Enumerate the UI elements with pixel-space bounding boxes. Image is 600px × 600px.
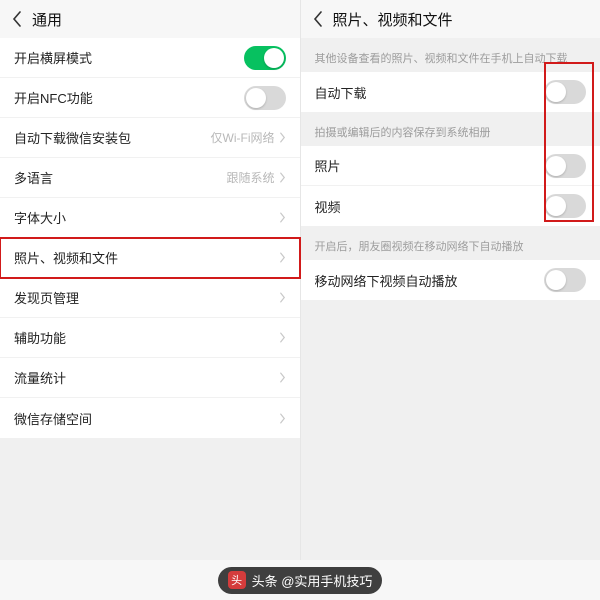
setting-row-3[interactable]: 多语言 跟随系统 <box>0 158 300 198</box>
row-label: 多语言 <box>14 168 53 187</box>
chevron-right-icon <box>279 132 286 143</box>
row-label: 移动网络下视频自动播放 <box>315 271 458 290</box>
spacer <box>0 438 300 560</box>
row-label: 照片、视频和文件 <box>14 248 118 267</box>
general-settings-list: 开启横屏模式开启NFC功能自动下载微信安装包 仅Wi-Fi网络多语言 跟随系统字体大… <box>0 38 300 438</box>
setting-row-9[interactable]: 微信存储空间 <box>0 398 300 438</box>
row-label: 自动下载 <box>315 83 367 102</box>
row-label: 发现页管理 <box>14 288 79 307</box>
chevron-right-icon <box>279 172 286 183</box>
row-label: 开启NFC功能 <box>14 88 93 107</box>
highlight-box-toggles <box>544 62 594 222</box>
header-general: 通用 <box>0 0 300 38</box>
chevron-right-icon <box>279 212 286 223</box>
back-icon[interactable] <box>309 10 327 28</box>
chevron-right-icon <box>279 292 286 303</box>
chevron-right-icon <box>279 413 286 424</box>
media-row-2-0[interactable]: 移动网络下视频自动播放 <box>301 260 600 300</box>
row-label: 微信存储空间 <box>14 409 92 428</box>
page-title-media: 照片、视频和文件 <box>333 9 453 30</box>
row-label: 自动下载微信安装包 <box>14 128 131 147</box>
setting-row-4[interactable]: 字体大小 <box>0 198 300 238</box>
back-icon[interactable] <box>8 10 26 28</box>
chevron-right-icon <box>279 332 286 343</box>
page-title-general: 通用 <box>32 9 62 30</box>
row-label: 辅助功能 <box>14 328 66 347</box>
spacer <box>301 300 600 560</box>
media-toggle-2-0[interactable] <box>544 268 586 292</box>
row-label: 流量统计 <box>14 368 66 387</box>
setting-row-5[interactable]: 照片、视频和文件 <box>0 238 300 278</box>
row-value: 仅Wi-Fi网络 <box>211 129 275 146</box>
setting-row-7[interactable]: 辅助功能 <box>0 318 300 358</box>
row-value: 跟随系统 <box>226 169 274 186</box>
watermark-text: 头条 @实用手机技巧 <box>252 571 373 590</box>
setting-row-2[interactable]: 自动下载微信安装包 仅Wi-Fi网络 <box>0 118 300 158</box>
watermark: 头 头条 @实用手机技巧 <box>0 560 600 600</box>
setting-row-1[interactable]: 开启NFC功能 <box>0 78 300 118</box>
chevron-right-icon <box>279 372 286 383</box>
toggle-1[interactable] <box>244 86 286 110</box>
watermark-icon: 头 <box>228 571 246 589</box>
row-label: 字体大小 <box>14 208 66 227</box>
row-label: 照片 <box>315 156 341 175</box>
section-caption: 开启后，朋友圈视频在移动网络下自动播放 <box>301 226 600 260</box>
row-label: 开启横屏模式 <box>14 48 92 67</box>
setting-row-0[interactable]: 开启横屏模式 <box>0 38 300 78</box>
setting-row-8[interactable]: 流量统计 <box>0 358 300 398</box>
toggle-0[interactable] <box>244 46 286 70</box>
setting-row-6[interactable]: 发现页管理 <box>0 278 300 318</box>
header-media: 照片、视频和文件 <box>301 0 600 38</box>
row-label: 视频 <box>315 197 341 216</box>
chevron-right-icon <box>279 252 286 263</box>
